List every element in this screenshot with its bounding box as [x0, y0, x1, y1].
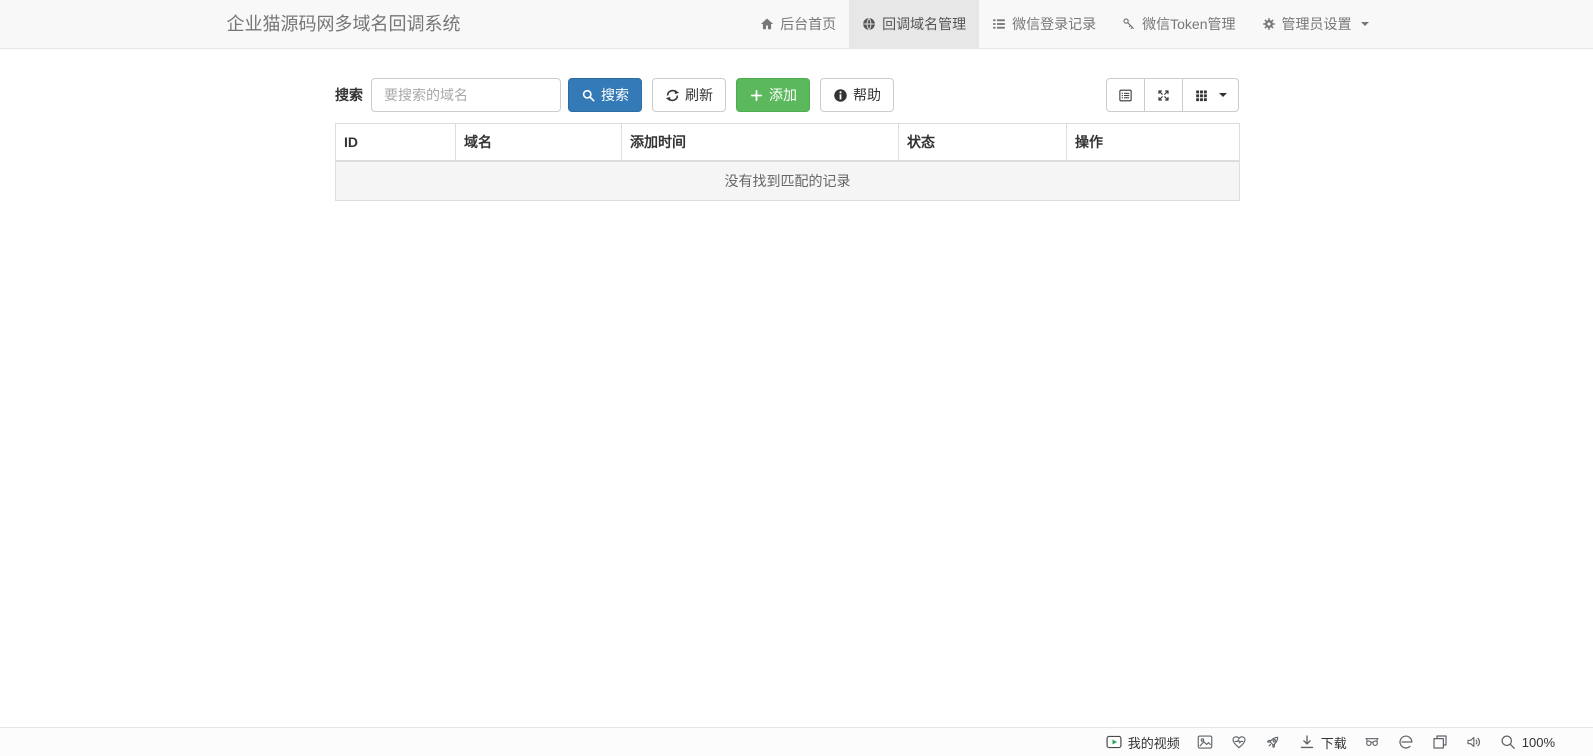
compatibility-mode-button[interactable]	[1397, 733, 1415, 751]
speaker-icon	[1465, 733, 1483, 751]
main-content: 搜索 搜索 刷新	[335, 78, 1239, 201]
navbar: 企业猫源码网多域名回调系统 后台首页	[0, 0, 1593, 49]
zoom-magnifier-icon	[1499, 733, 1517, 751]
gear-icon	[1262, 17, 1276, 31]
domains-table: ID 域名 添加时间 状态 操作 没有找到匹配的记录	[335, 123, 1240, 201]
search-input[interactable]	[371, 78, 561, 112]
column-header-status: 状态	[899, 124, 1067, 162]
brand-title[interactable]: 企业猫源码网多域名回调系统	[212, 0, 476, 48]
nav-item-wechat-login-records[interactable]: 微信登录记录	[979, 0, 1109, 48]
nav-item-label: 微信登录记录	[1012, 14, 1096, 34]
help-button[interactable]: 帮助	[820, 78, 894, 112]
nav-item-callback-domains[interactable]: 回调域名管理	[849, 0, 979, 48]
boss-key-button[interactable]	[1431, 733, 1449, 751]
downloads-label: 下载	[1321, 733, 1347, 752]
my-videos-button[interactable]: 我的视频	[1105, 733, 1180, 752]
incognito-button[interactable]	[1363, 733, 1381, 751]
downloads-button[interactable]: 下载	[1298, 733, 1347, 752]
nav-item-home[interactable]: 后台首页	[747, 0, 849, 48]
nav-item-label: 后台首页	[780, 14, 836, 34]
search-button[interactable]: 搜索	[568, 78, 642, 112]
heart-pulse-icon	[1230, 733, 1248, 751]
columns-button[interactable]	[1182, 78, 1239, 112]
card-view-icon	[1118, 88, 1133, 103]
column-header-action: 操作	[1067, 124, 1240, 162]
no-records-message: 没有找到匹配的记录	[336, 161, 1240, 201]
add-button[interactable]: 添加	[736, 78, 810, 112]
fullscreen-icon	[1156, 88, 1171, 103]
table-view-controls	[1106, 78, 1239, 112]
search-button-label: 搜索	[601, 85, 629, 105]
chevron-down-icon	[1361, 22, 1369, 26]
columns-icon	[1194, 88, 1209, 103]
nav-item-label: 管理员设置	[1282, 14, 1352, 34]
navbar-container: 企业猫源码网多域名回调系统 后台首页	[212, 0, 1382, 48]
rocket-icon	[1264, 733, 1282, 751]
browser-status-bar: 我的视频	[0, 727, 1593, 756]
nav-item-wechat-token[interactable]: 微信Token管理	[1109, 0, 1248, 48]
explorer-icon	[1397, 733, 1415, 751]
column-header-id: ID	[336, 124, 456, 162]
download-icon	[1298, 733, 1316, 751]
page-zoom-control[interactable]: 100%	[1499, 733, 1555, 751]
column-header-domain: 域名	[456, 124, 622, 162]
info-icon	[833, 88, 848, 103]
video-play-icon	[1105, 733, 1123, 751]
nav-item-admin-settings[interactable]: 管理员设置	[1249, 0, 1382, 48]
my-videos-label: 我的视频	[1128, 733, 1180, 752]
refresh-icon	[665, 88, 680, 103]
favorites-button[interactable]	[1230, 733, 1248, 751]
search-icon	[581, 88, 596, 103]
globe-icon	[862, 17, 876, 31]
plus-icon	[749, 88, 764, 103]
home-icon	[760, 17, 774, 31]
glasses-icon	[1363, 733, 1381, 751]
table-toolbar: 搜索 搜索 刷新	[335, 78, 1239, 112]
nav-item-label: 回调域名管理	[882, 14, 966, 34]
refresh-button[interactable]: 刷新	[652, 78, 726, 112]
help-button-label: 帮助	[853, 85, 881, 105]
photo-icon	[1196, 733, 1214, 751]
search-label: 搜索	[335, 85, 363, 105]
nav-menu: 后台首页 回调域名管理	[747, 0, 1381, 48]
key-icon	[1122, 17, 1136, 31]
zoom-level-label: 100%	[1522, 735, 1555, 750]
add-button-label: 添加	[769, 85, 797, 105]
mute-button[interactable]	[1465, 733, 1483, 751]
column-header-time: 添加时间	[622, 124, 899, 162]
nav-item-label: 微信Token管理	[1142, 14, 1235, 34]
empty-row: 没有找到匹配的记录	[336, 161, 1240, 201]
table-header-row: ID 域名 添加时间 状态 操作	[336, 124, 1240, 162]
list-icon	[992, 17, 1006, 31]
refresh-button-label: 刷新	[685, 85, 713, 105]
speed-boost-button[interactable]	[1264, 733, 1282, 751]
images-button[interactable]	[1196, 733, 1214, 751]
chevron-down-icon	[1219, 93, 1227, 97]
card-view-button[interactable]	[1106, 78, 1145, 112]
fullscreen-button[interactable]	[1144, 78, 1183, 112]
window-icon	[1431, 733, 1449, 751]
